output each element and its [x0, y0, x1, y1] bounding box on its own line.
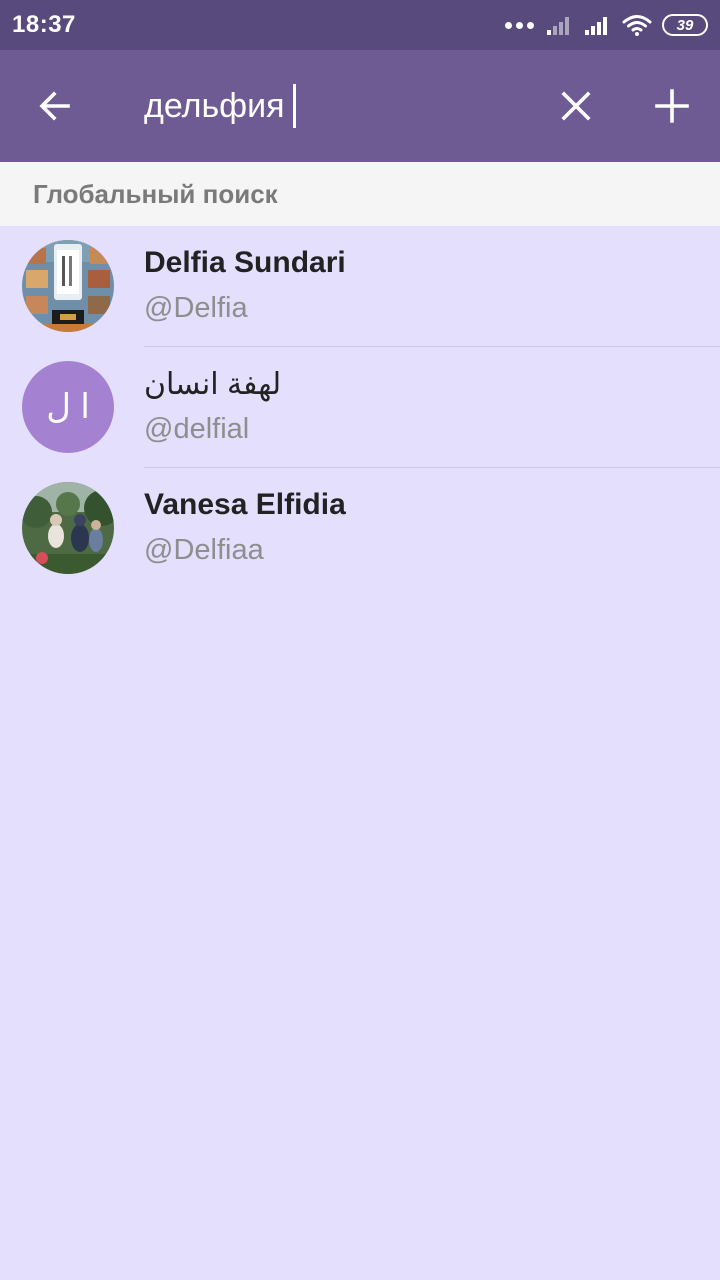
wifi-icon: [622, 15, 652, 36]
contact-username: @Delfia: [144, 292, 248, 324]
status-bar: 18:37 39: [0, 0, 720, 50]
contact-name: لهفة انسان: [144, 368, 282, 401]
arrow-left-icon: [39, 91, 70, 121]
clear-search-button[interactable]: [536, 50, 616, 162]
avatar-photo: [22, 240, 114, 332]
contact-username: @delfial: [144, 413, 250, 445]
search-input-value: дельфия: [144, 87, 285, 125]
search-input[interactable]: дельфия: [144, 80, 524, 132]
avatar-photo: [22, 482, 114, 574]
list-item[interactable]: ا ل لهفة انسان @delfial: [0, 347, 720, 468]
plus-icon: [655, 89, 689, 123]
signal-weak-icon: [547, 17, 569, 35]
more-dots-icon: [505, 21, 534, 29]
battery-level: 39: [676, 16, 694, 34]
battery-icon: 39: [662, 14, 708, 36]
contact-name: Vanesa Elfidia: [144, 488, 346, 521]
search-results-list: Delfia Sundari @Delfia ا ل لهفة انسان @d…: [0, 226, 720, 589]
text-caret: [292, 84, 296, 128]
signal-icon: [585, 17, 607, 35]
status-icons: 39: [505, 14, 708, 36]
contact-username: @Delfiaa: [144, 534, 264, 566]
close-icon: [561, 91, 591, 121]
add-button[interactable]: [632, 50, 712, 162]
avatar: ا ل: [22, 361, 114, 453]
contact-name: Delfia Sundari: [144, 246, 346, 279]
list-item[interactable]: Delfia Sundari @Delfia: [0, 226, 720, 347]
section-title: Глобальный поиск: [33, 178, 278, 209]
back-button[interactable]: [15, 50, 95, 162]
avatar: [22, 240, 114, 332]
list-item[interactable]: Vanesa Elfidia @Delfiaa: [0, 468, 720, 589]
search-toolbar: дельфия: [0, 50, 720, 162]
global-search-header: Глобальный поиск: [0, 162, 720, 226]
avatar-initials: ا ل: [46, 388, 90, 426]
app-screen: 18:37 39 дельфия Глобальный поиск Delfia…: [0, 0, 720, 1280]
avatar: [22, 482, 114, 574]
status-time: 18:37: [12, 11, 76, 38]
